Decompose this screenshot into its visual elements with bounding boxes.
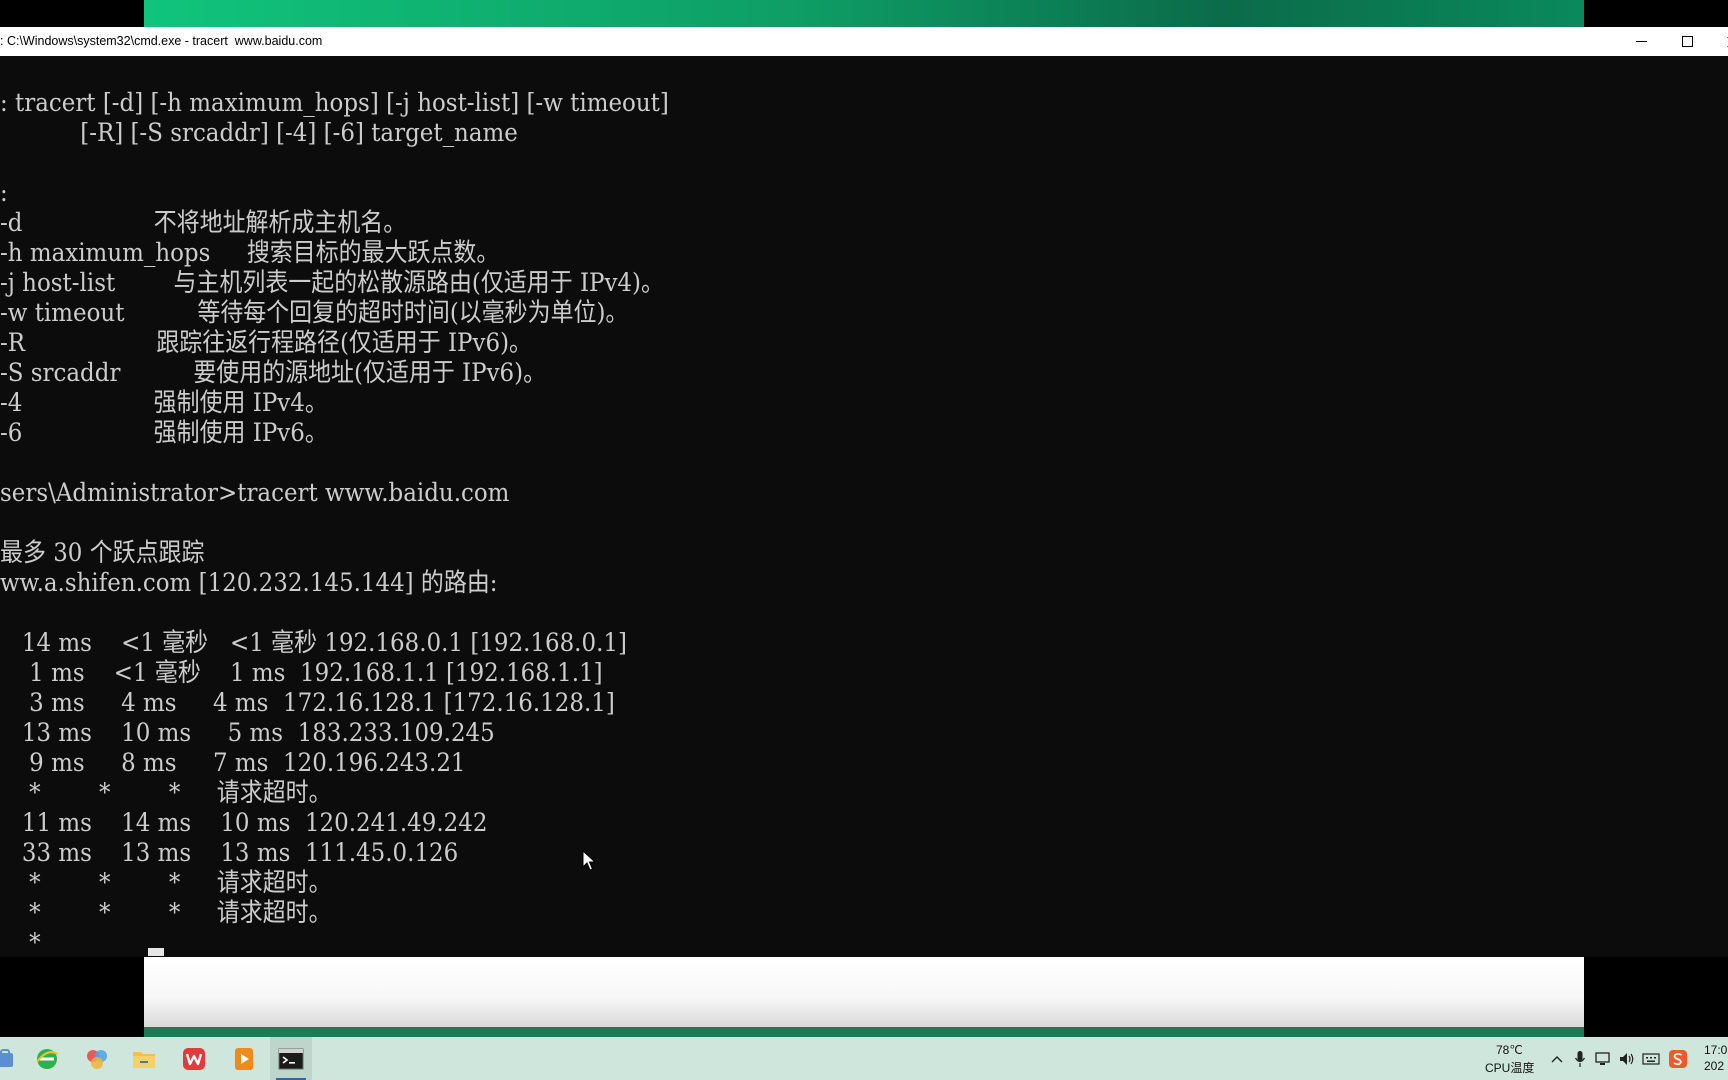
microphone-button[interactable] bbox=[1570, 1037, 1590, 1080]
volume-button[interactable] bbox=[1616, 1037, 1638, 1080]
sogou-input-icon bbox=[1669, 1049, 1687, 1068]
cpu-temperature-label: CPU温度 bbox=[1485, 1061, 1535, 1075]
desktop-wallpaper bbox=[144, 0, 1584, 27]
sogou-ime-button[interactable] bbox=[1666, 1037, 1690, 1080]
keyboard-icon bbox=[1642, 1052, 1660, 1065]
microphone-icon bbox=[1574, 1050, 1586, 1067]
wps-office-icon bbox=[183, 1047, 205, 1070]
clock-time[interactable]: 17:0 bbox=[1704, 1043, 1727, 1057]
taskbar-app-store[interactable] bbox=[0, 1037, 26, 1080]
photos-icon bbox=[87, 1049, 107, 1069]
console-line: 11 ms 14 ms 10 ms 120.241.49.242 bbox=[0, 808, 488, 838]
background-window-panel bbox=[144, 957, 1584, 1027]
console-line: -S srcaddr 要使用的源地址(仅适用于 IPv6)。 bbox=[0, 358, 547, 388]
window-title-bar[interactable]: : C:\Windows\system32\cmd.exe - tracert … bbox=[0, 27, 1728, 57]
minimize-icon bbox=[1635, 41, 1647, 42]
input-method-button[interactable] bbox=[1640, 1037, 1662, 1080]
console-line: -4 强制使用 IPv4。 bbox=[0, 388, 328, 418]
console-line: 3 ms 4 ms 4 ms 172.16.128.1 [172.16.128.… bbox=[0, 688, 615, 718]
desktop-top-strip bbox=[0, 0, 1728, 27]
ie-browser-icon bbox=[36, 1048, 59, 1069]
desktop-background bbox=[0, 957, 144, 1037]
maximize-button[interactable] bbox=[1664, 27, 1710, 56]
console-line: 1 ms <1 毫秒 1 ms 192.168.1.1 [192.168.1.1… bbox=[0, 658, 603, 688]
file-explorer-icon bbox=[133, 1051, 155, 1068]
console-line: -d 不将地址解析成主机名。 bbox=[0, 208, 407, 238]
minimize-button[interactable] bbox=[1618, 27, 1664, 56]
taskbar-app-wps-office[interactable] bbox=[173, 1037, 215, 1080]
console-line: 13 ms 10 ms 5 ms 183.233.109.245 bbox=[0, 718, 495, 748]
taskbar: 78℃ CPU温度 17:0 202 bbox=[0, 1037, 1728, 1080]
console-line: -R 跟踪往返行程路径(仅适用于 IPv6)。 bbox=[0, 328, 532, 358]
console-line: sers\Administrator>tracert www.baidu.com bbox=[0, 478, 510, 508]
cmd-terminal-icon bbox=[278, 1048, 304, 1069]
taskbar-app-file-explorer[interactable] bbox=[123, 1037, 165, 1080]
desktop-wallpaper bbox=[144, 1027, 1584, 1037]
console-line: * * * 请求超时。 bbox=[0, 778, 332, 808]
network-button[interactable] bbox=[1592, 1037, 1614, 1080]
text-cursor bbox=[148, 948, 164, 956]
console-line: -w timeout 等待每个回复的超时时间(以毫秒为单位)。 bbox=[0, 298, 629, 328]
media-player-icon bbox=[235, 1047, 253, 1070]
window-title: : C:\Windows\system32\cmd.exe - tracert … bbox=[0, 34, 323, 48]
taskbar-app-cmd[interactable] bbox=[270, 1037, 312, 1080]
clock-date[interactable]: 202 bbox=[1704, 1059, 1724, 1073]
console-line: * bbox=[0, 928, 41, 957]
console-line: -h maximum_hops 搜索目标的最大跃点数。 bbox=[0, 238, 500, 268]
console-line: : bbox=[0, 178, 8, 208]
maximize-icon bbox=[1681, 36, 1693, 47]
network-icon bbox=[1595, 1051, 1610, 1065]
console-line: 33 ms 13 ms 13 ms 111.45.0.126 bbox=[0, 838, 459, 868]
console-line: * * * 请求超时。 bbox=[0, 898, 332, 928]
console-line: * * * 请求超时。 bbox=[0, 868, 332, 898]
close-button[interactable] bbox=[1710, 27, 1728, 56]
console-line: 9 ms 8 ms 7 ms 120.196.243.21 bbox=[0, 748, 466, 778]
show-hidden-icons-button[interactable] bbox=[1546, 1037, 1568, 1080]
console-line: ww.a.shifen.com [120.232.145.144] 的路由: bbox=[0, 568, 498, 598]
console-line: -6 强制使用 IPv6。 bbox=[0, 418, 328, 448]
console-line: 14 ms <1 毫秒 <1 毫秒 192.168.0.1 [192.168.0… bbox=[0, 628, 627, 658]
cpu-temperature[interactable]: 78℃ bbox=[1496, 1043, 1523, 1057]
console-output[interactable]: : tracert [-d] [-h maximum_hops] [-j hos… bbox=[0, 56, 1728, 957]
desktop-background bbox=[1584, 957, 1728, 1037]
store-icon bbox=[0, 1048, 13, 1067]
chevron-up-icon bbox=[1551, 1055, 1563, 1062]
console-line: [-R] [-S srcaddr] [-4] [-6] target_name bbox=[0, 118, 518, 148]
console-line: 最多 30 个跃点跟踪 bbox=[0, 538, 205, 568]
taskbar-app-browser[interactable] bbox=[26, 1037, 68, 1080]
taskbar-app-photos[interactable] bbox=[76, 1037, 118, 1080]
taskbar-app-media-player[interactable] bbox=[223, 1037, 265, 1080]
speaker-icon bbox=[1620, 1052, 1634, 1065]
console-line: : tracert [-d] [-h maximum_hops] [-j hos… bbox=[0, 88, 669, 118]
console-line: -j host-list 与主机列表一起的松散源路由(仅适用于 IPv4)。 bbox=[0, 268, 664, 298]
mouse-pointer-icon bbox=[582, 850, 596, 871]
